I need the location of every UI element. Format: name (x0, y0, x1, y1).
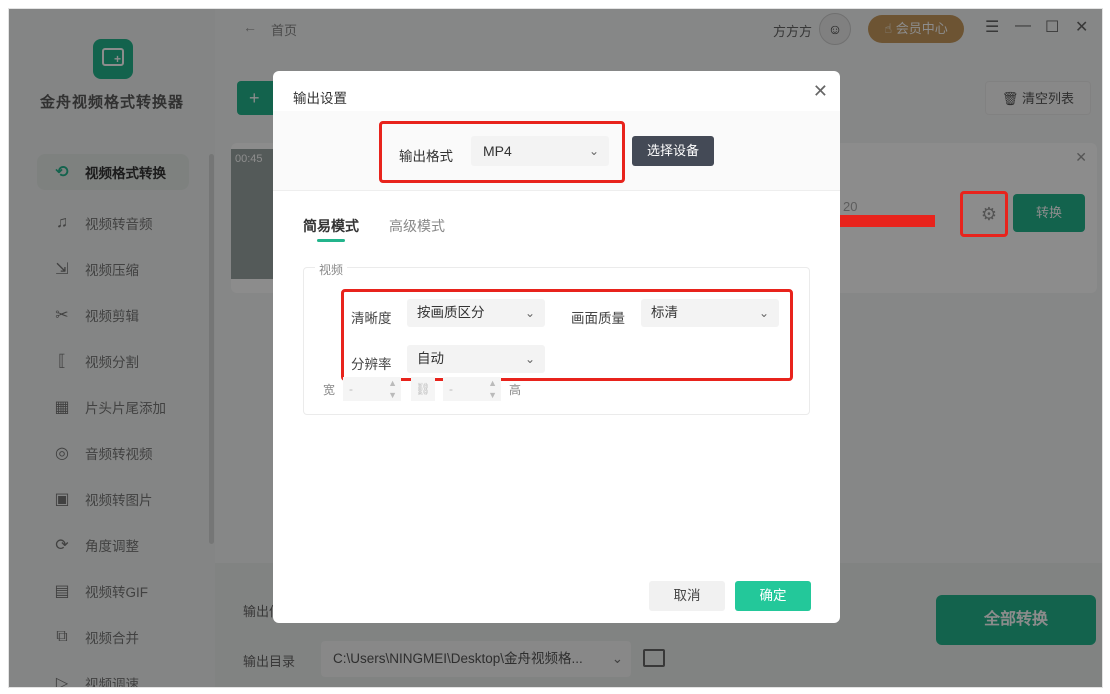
width-input[interactable]: - ▲ ▼ (343, 377, 401, 401)
active-tab-indicator (317, 239, 345, 242)
spinner-icon: ▲ ▼ (388, 378, 397, 400)
width-value: - (349, 382, 353, 396)
height-input[interactable]: - ▲ ▼ (443, 377, 501, 401)
spinner-icon: ▲ ▼ (488, 378, 497, 400)
select-device-button[interactable]: 选择设备 (632, 136, 714, 166)
gear-highlight-box (960, 191, 1008, 237)
width-label: 宽 (323, 383, 336, 397)
dialog-title: 输出设置 (293, 91, 347, 106)
output-settings-dialog: 输出设置 ✕ 输出格式 MP4 ⌄ 选择设备 简易模式 高级模式 视频 清晰度 … (273, 71, 840, 623)
format-bar: 输出格式 MP4 ⌄ 选择设备 (273, 111, 840, 191)
cancel-button[interactable]: 取消 (649, 581, 725, 611)
height-value: - (449, 382, 453, 396)
format-highlight-box (379, 121, 625, 183)
tab-simple-mode[interactable]: 简易模式 (303, 216, 359, 236)
dialog-close-icon[interactable]: ✕ (813, 81, 828, 102)
quality-highlight-box (341, 289, 793, 381)
video-section-label: 视频 (315, 261, 348, 278)
ok-button[interactable]: 确定 (735, 581, 811, 611)
tab-advanced-mode[interactable]: 高级模式 (389, 216, 445, 236)
height-label: 高 (509, 383, 522, 397)
link-icon[interactable]: ⛓ (411, 377, 435, 401)
app-window: + 金舟视频格式转换器 ⟲ 视频格式转换 ♫ 视频转音频 ⇲ 视频压缩 ✂ 视频… (8, 8, 1103, 688)
